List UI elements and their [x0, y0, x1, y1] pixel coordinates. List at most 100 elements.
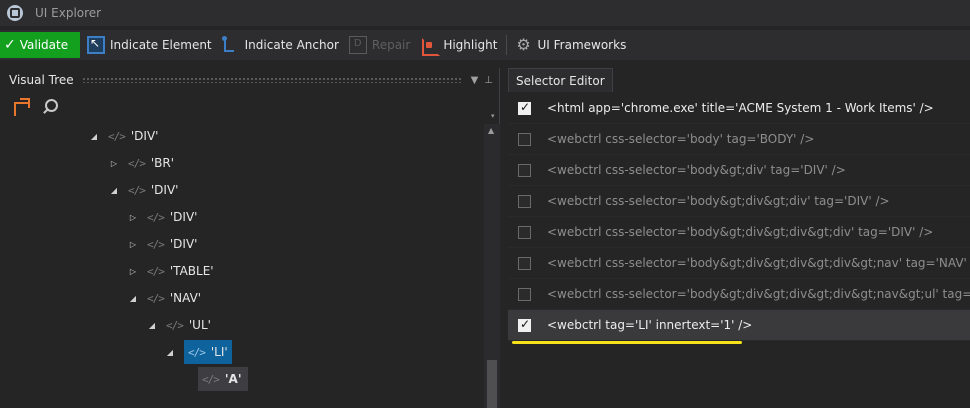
tree-node-label: 'DIV' [169, 210, 198, 224]
collapsed-arrow-icon[interactable]: ▷ [127, 240, 139, 249]
selector-text: <webctrl css-selector='body&gt;div&gt;di… [547, 256, 970, 270]
selector-checkbox[interactable] [518, 225, 531, 239]
repair-icon [348, 36, 367, 54]
tree-node-label: 'NAV' [169, 291, 202, 305]
repair-label: Repair [371, 38, 411, 52]
toolbar: ✓ Validate Indicate Element Indicate Anc… [0, 30, 970, 60]
expanded-arrow-icon[interactable]: ◢ [88, 132, 100, 141]
selector-checkbox[interactable] [518, 163, 531, 177]
ui-frameworks-label: UI Frameworks [537, 38, 627, 52]
html-tag-icon: </> [188, 345, 206, 359]
scroll-up-arrow-icon[interactable]: ▲ [488, 126, 494, 135]
selector-row[interactable]: <webctrl css-selector='body&gt;div&gt;di… [508, 248, 970, 279]
selector-text: <webctrl tag='LI' innertext='1' /> [547, 318, 753, 332]
scroll-thumb[interactable] [487, 360, 497, 408]
indicate-anchor-button[interactable]: Indicate Anchor [217, 32, 344, 58]
tree-scrollbar[interactable]: ▲ [484, 124, 500, 408]
tree-expand-icon[interactable] [12, 98, 30, 116]
ui-explorer-logo-icon [7, 5, 23, 21]
visual-tree-header: Visual Tree ▼ ⊥ [2, 68, 499, 92]
html-tag-icon: </> [166, 318, 184, 332]
highlight-icon [420, 36, 441, 56]
tree-node-label: 'DIV' [169, 237, 198, 251]
tree-node-label: 'TABLE' [169, 264, 214, 278]
expanded-arrow-icon[interactable]: ◢ [127, 294, 139, 303]
tree-node[interactable]: ▷ </> 'DIV' [127, 233, 198, 255]
indicate-element-icon [87, 36, 105, 54]
indicate-anchor-label: Indicate Anchor [244, 38, 339, 52]
html-tag-icon: </> [128, 183, 146, 197]
tree-node-hovered[interactable]: </> 'A' [198, 367, 248, 391]
tree-node-label: 'LI' [210, 345, 228, 359]
tree-node-label: 'UL' [188, 318, 211, 332]
visual-tree: ◢ </> 'DIV' ▷ </> 'BR' ◢ </> 'DIV' ▷ </>… [2, 124, 482, 408]
selector-list: <html app='chrome.exe' title='ACME Syste… [508, 93, 970, 347]
repair-button[interactable]: Repair [344, 32, 415, 58]
selector-text: <webctrl css-selector='body&gt;div&gt;di… [547, 287, 970, 301]
selector-checkbox[interactable] [518, 132, 531, 146]
selector-text: <html app='chrome.exe' title='ACME Syste… [547, 101, 934, 115]
selector-checkbox[interactable] [518, 287, 531, 301]
html-tag-icon: </> [147, 264, 165, 278]
expanded-arrow-icon[interactable]: ◢ [108, 186, 120, 195]
hovered-node-highlight: </> 'A' [198, 367, 248, 391]
selected-node-highlight: </> 'LI' [184, 340, 232, 364]
tree-node-selected[interactable]: ◢ </> 'LI' [164, 340, 232, 364]
collapsed-arrow-icon[interactable]: ▷ [127, 267, 139, 276]
indicate-element-button[interactable]: Indicate Element [82, 32, 217, 58]
tree-node-label: 'DIV' [130, 129, 159, 143]
collapsed-arrow-icon[interactable]: ▷ [108, 159, 120, 168]
tree-node-label: 'DIV' [150, 183, 179, 197]
visual-tree-title: Visual Tree [9, 73, 74, 87]
highlight-button[interactable]: Highlight [415, 32, 502, 58]
tree-node[interactable]: ◢ </> 'NAV' [127, 287, 201, 309]
tab-selector-editor[interactable]: Selector Editor [508, 68, 613, 92]
selector-checkbox[interactable] [518, 317, 531, 332]
validate-label: Validate [19, 38, 69, 52]
html-tag-icon: </> [147, 237, 165, 251]
expanded-arrow-icon[interactable]: ◢ [146, 321, 158, 330]
visual-tree-toolbar [2, 92, 499, 122]
tree-node[interactable]: ◢ </> 'UL' [146, 314, 211, 336]
selector-row[interactable]: <webctrl css-selector='body&gt;div' tag=… [508, 155, 970, 186]
toolbar-separator [505, 35, 507, 55]
anchor-icon [221, 36, 240, 54]
selector-checkbox[interactable] [518, 256, 531, 270]
annotation-underline [512, 341, 742, 344]
tree-node[interactable]: ▷ </> 'DIV' [127, 206, 198, 228]
panel-grip[interactable] [81, 77, 463, 83]
ui-frameworks-button[interactable]: ⚙ UI Frameworks [510, 32, 632, 58]
panel-menu-arrow-icon[interactable]: ▼ [471, 75, 479, 86]
collapsed-arrow-icon[interactable]: ▷ [127, 213, 139, 222]
selector-row[interactable]: <html app='chrome.exe' title='ACME Syste… [508, 93, 970, 124]
window-title: UI Explorer [35, 6, 102, 20]
title-bar: UI Explorer [0, 0, 970, 26]
search-icon[interactable] [40, 98, 58, 116]
annotation-container [508, 341, 970, 347]
selector-row[interactable]: <webctrl css-selector='body&gt;div&gt;di… [508, 217, 970, 248]
selector-text: <webctrl css-selector='body' tag='BODY' … [547, 132, 815, 146]
gear-icon: ⚙ [516, 35, 531, 54]
expanded-arrow-icon[interactable]: ◢ [164, 348, 176, 357]
selector-row[interactable]: <webctrl css-selector='body&gt;div&gt;di… [508, 279, 970, 310]
tree-node-label: 'BR' [150, 156, 175, 170]
selector-editor-panel: Selector Editor <html app='chrome.exe' t… [508, 68, 970, 408]
highlight-label: Highlight [443, 38, 498, 52]
html-tag-icon: </> [147, 291, 165, 305]
validate-button[interactable]: ✓ Validate [0, 32, 80, 58]
pin-icon[interactable]: ⊥ [484, 75, 493, 86]
tree-node[interactable]: ◢ </> 'DIV' [88, 125, 159, 147]
tree-node-label: 'A' [224, 372, 242, 386]
selector-row[interactable]: <webctrl css-selector='body&gt;div&gt;di… [508, 186, 970, 217]
tree-node[interactable]: ◢ </> 'DIV' [108, 179, 179, 201]
selector-checkbox[interactable] [518, 194, 531, 208]
selector-checkbox[interactable] [518, 100, 531, 115]
html-tag-icon: </> [108, 129, 126, 143]
visual-tree-panel: Visual Tree ▼ ⊥ ▾ ◢ </> 'DIV' ▷ </> 'BR'… [2, 68, 500, 408]
tree-node[interactable]: ▷ </> 'TABLE' [127, 260, 214, 282]
collapse-arrow-icon[interactable]: ▾ [491, 112, 495, 120]
selector-text: <webctrl css-selector='body&gt;div&gt;di… [547, 225, 934, 239]
selector-row-active[interactable]: <webctrl tag='LI' innertext='1' /> [508, 310, 970, 341]
tree-node[interactable]: ▷ </> 'BR' [108, 152, 174, 174]
selector-row[interactable]: <webctrl css-selector='body' tag='BODY' … [508, 124, 970, 155]
